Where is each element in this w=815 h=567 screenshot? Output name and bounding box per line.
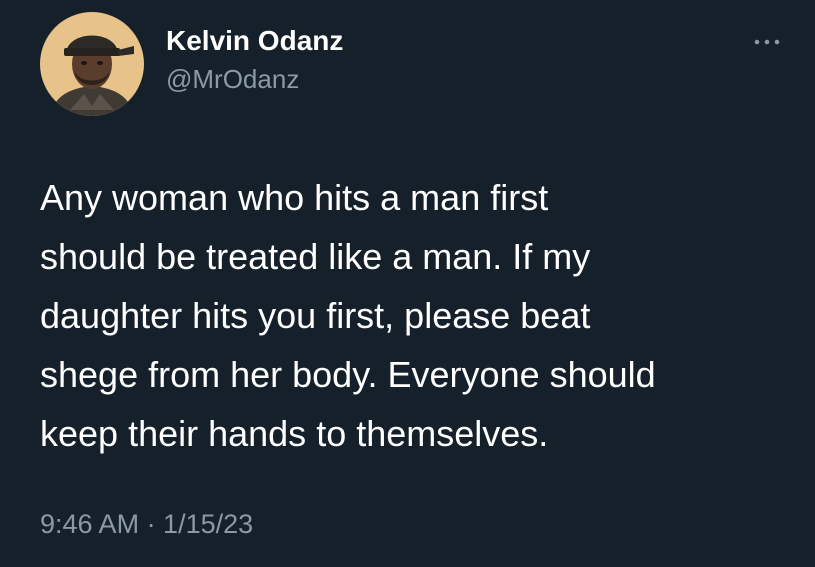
- tweet-card: Kelvin Odanz @MrOdanz Any woman who hits…: [0, 0, 815, 567]
- profile-photo-icon: [40, 12, 144, 116]
- more-button[interactable]: [752, 32, 782, 52]
- tweet-text: Any woman who hits a man first should be…: [40, 177, 656, 454]
- avatar[interactable]: [40, 12, 144, 116]
- more-horizontal-icon: [754, 39, 780, 45]
- display-name[interactable]: Kelvin Odanz: [166, 24, 343, 58]
- user-handle[interactable]: @MrOdanz: [166, 62, 343, 96]
- tweet-timestamp[interactable]: 9:46 AM · 1/15/23: [40, 504, 253, 544]
- user-info: Kelvin Odanz @MrOdanz: [166, 24, 343, 96]
